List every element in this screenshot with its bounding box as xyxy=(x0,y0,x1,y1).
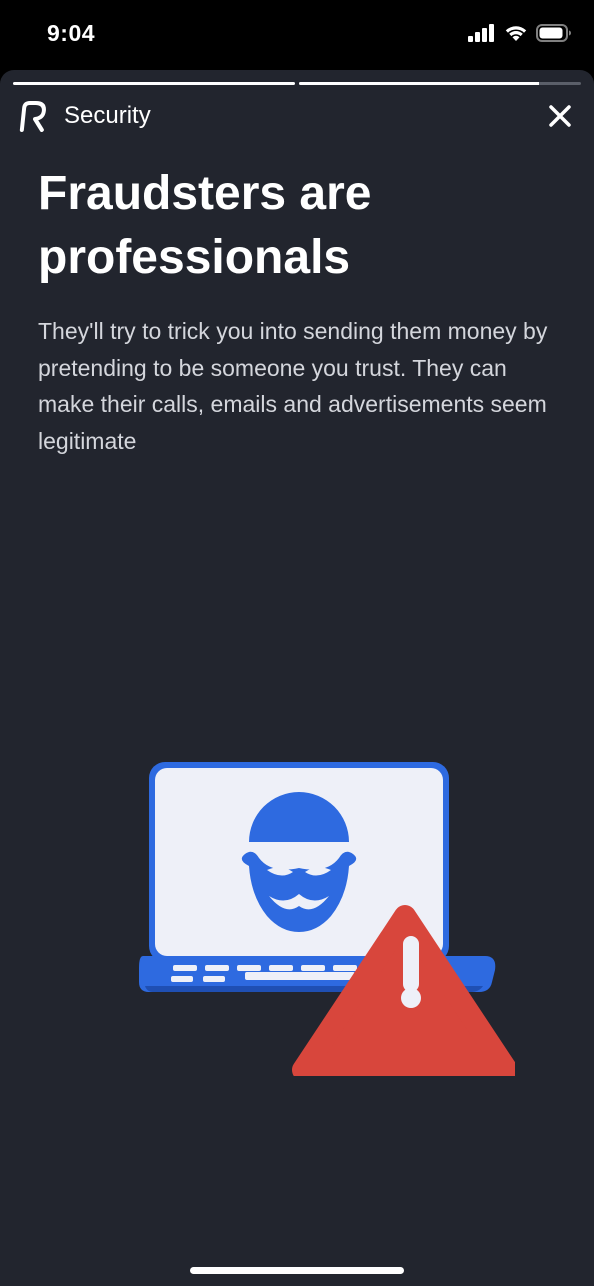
status-bar: 9:04 xyxy=(0,0,594,70)
progress-segment xyxy=(299,82,581,85)
header-title: Security xyxy=(64,102,151,129)
close-button[interactable] xyxy=(544,100,576,132)
revolut-logo-icon xyxy=(18,100,46,132)
story-progress xyxy=(13,82,581,85)
body-text: They'll try to trick you into sending th… xyxy=(38,318,548,454)
progress-segment xyxy=(13,82,295,85)
sheet-header: Security xyxy=(18,100,576,132)
wifi-icon xyxy=(505,26,527,41)
status-icons xyxy=(468,24,572,42)
progress-fill xyxy=(13,82,295,85)
close-icon xyxy=(549,105,571,127)
home-indicator[interactable] xyxy=(190,1267,404,1274)
progress-fill xyxy=(299,82,539,85)
battery-icon xyxy=(536,24,571,42)
headline: Fraudsters are professionals xyxy=(38,167,372,284)
fraud-illustration xyxy=(139,762,515,1076)
story-sheet: Security Fraudsters are professionals Th… xyxy=(0,70,594,1286)
signal-icon xyxy=(468,24,494,42)
status-time: 9:04 xyxy=(47,20,96,46)
